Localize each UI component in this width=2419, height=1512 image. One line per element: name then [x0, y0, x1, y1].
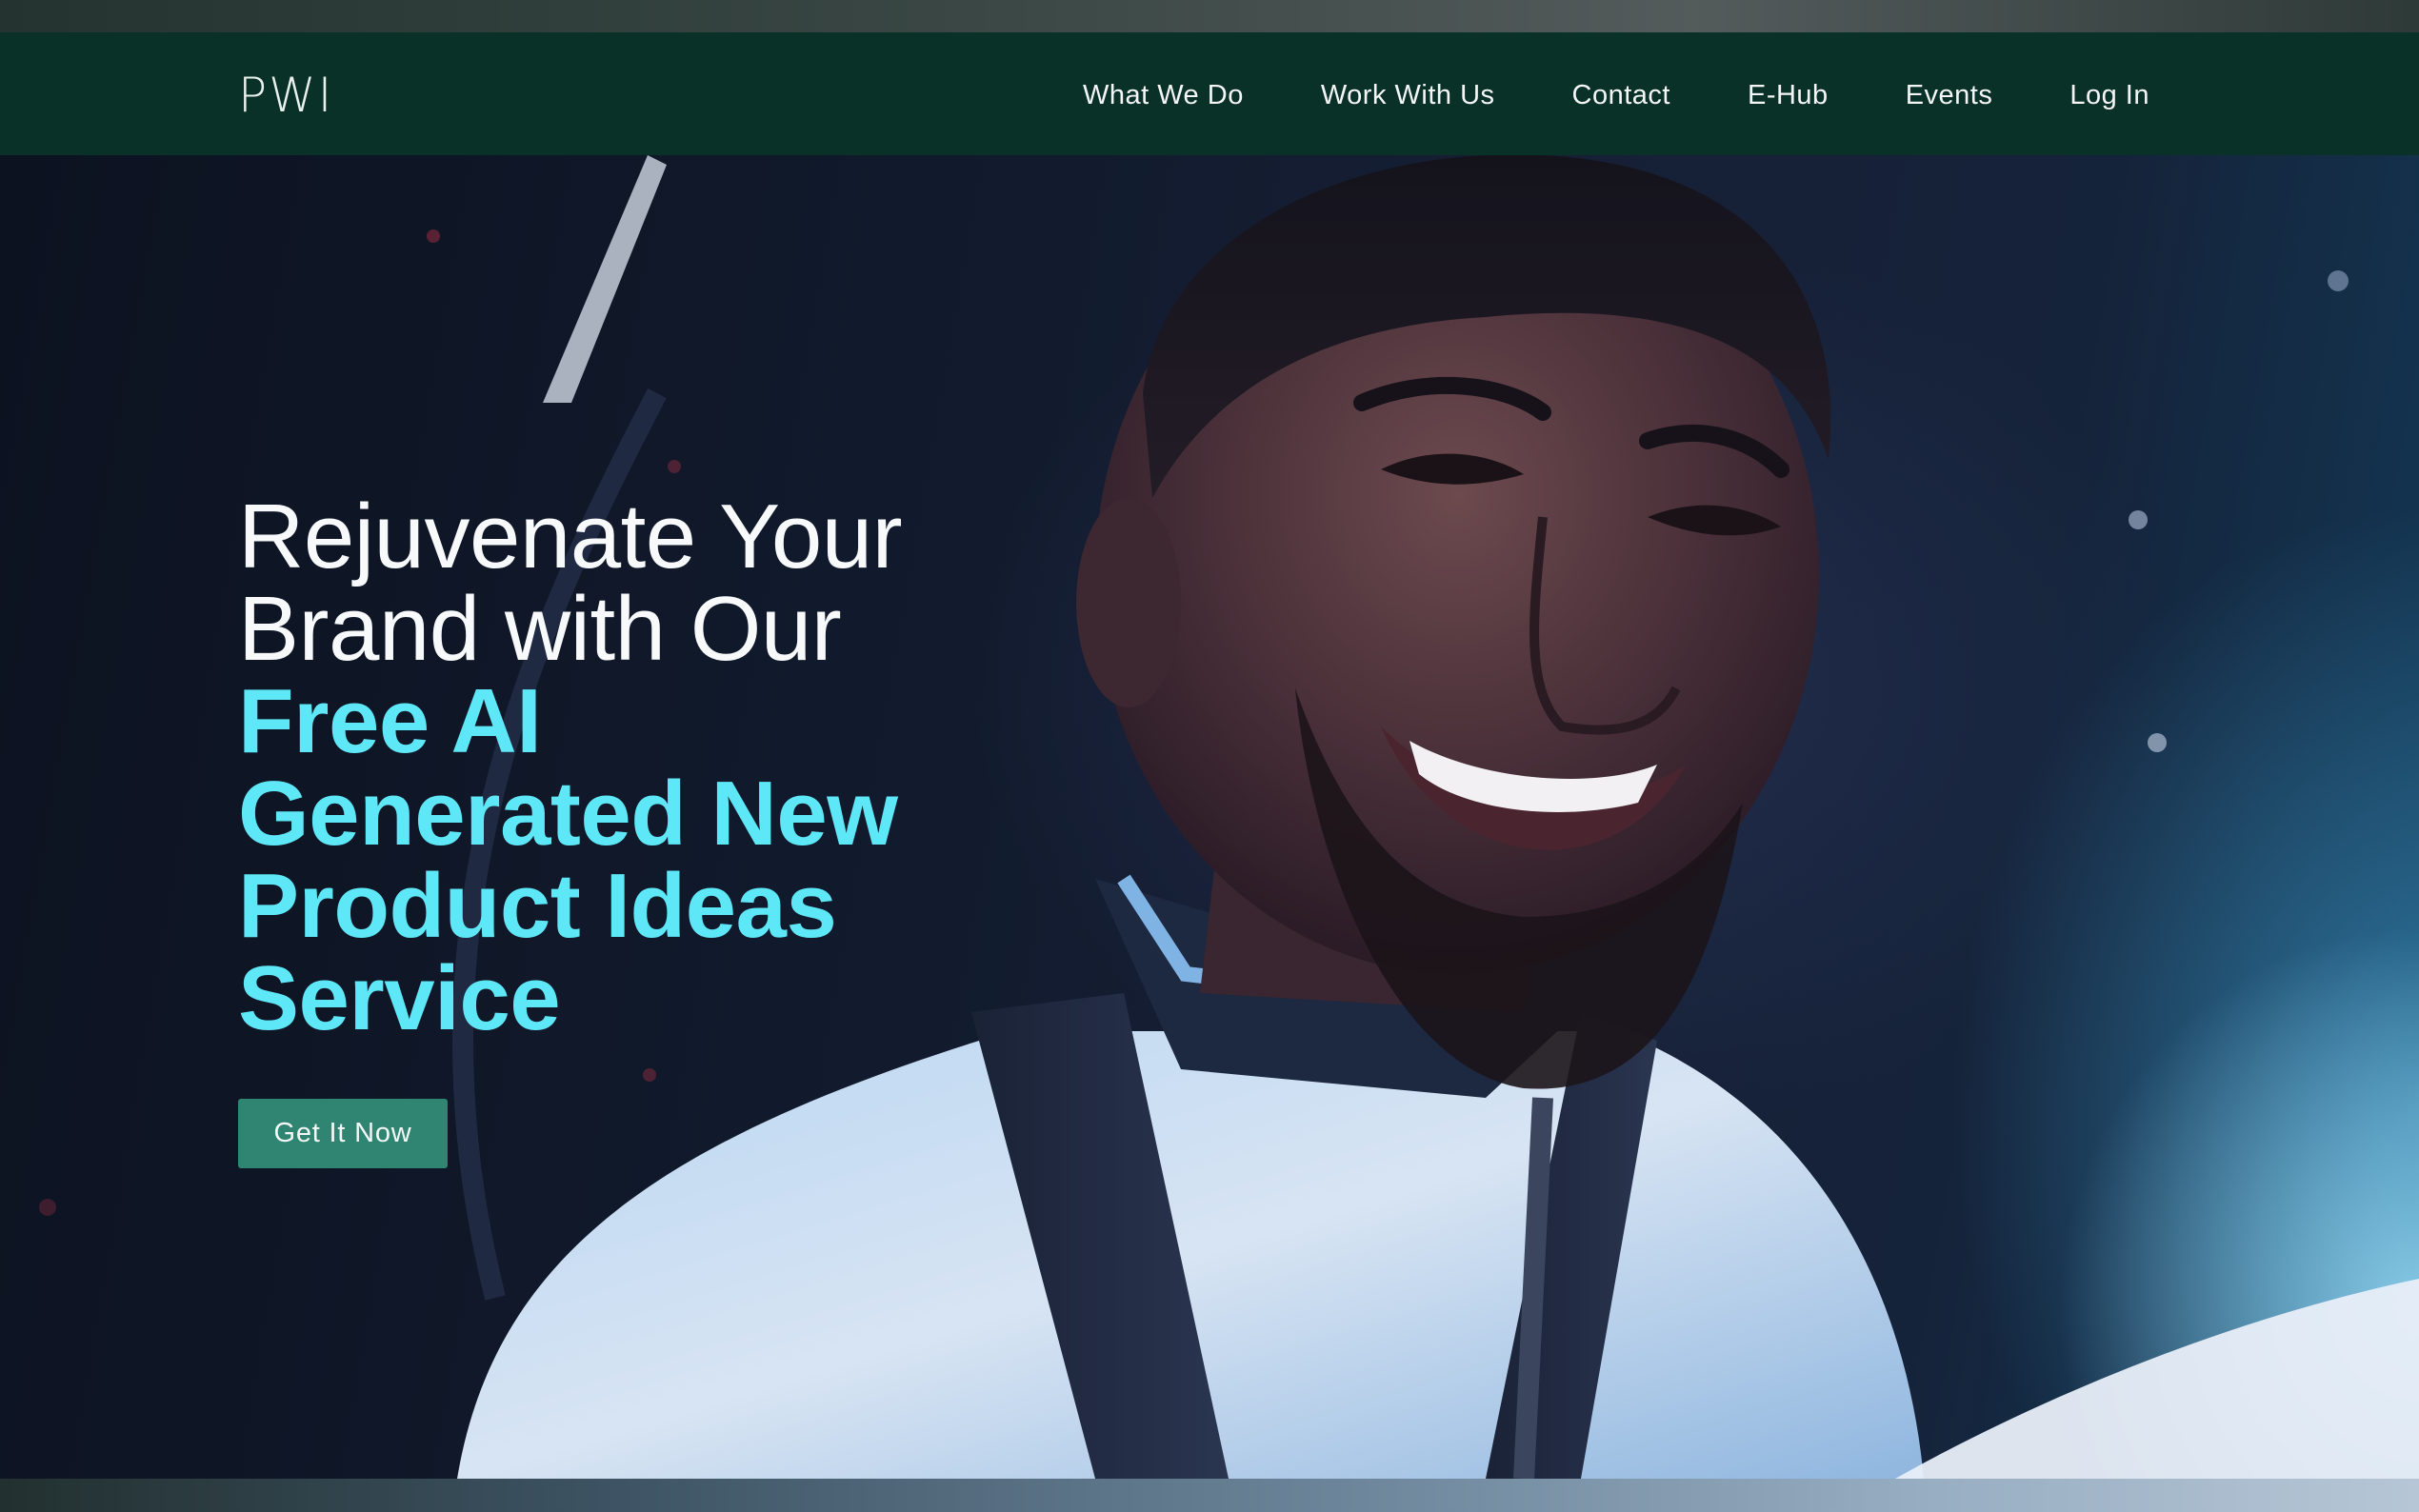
nav-item-e-hub[interactable]: E-Hub [1748, 76, 1829, 114]
browser-top-strip [0, 0, 2419, 32]
get-it-now-button[interactable]: Get It Now [238, 1099, 448, 1168]
headline-highlight-line: Free AI [238, 670, 542, 772]
hero-headline: Rejuvenate Your Brand with Our Free AI G… [238, 490, 962, 1044]
browser-bottom-strip [0, 1479, 2419, 1512]
site-header: PWI What We Do Work With Us Contact E-Hu… [0, 32, 2419, 155]
headline-line: Rejuvenate Your [238, 486, 903, 587]
nav-item-what-we-do[interactable]: What We Do [1083, 76, 1244, 114]
page: PWI What We Do Work With Us Contact E-Hu… [0, 0, 2419, 1512]
nav-item-contact[interactable]: Contact [1572, 76, 1670, 114]
nav-item-log-in[interactable]: Log In [2069, 76, 2149, 114]
hero-section: Rejuvenate Your Brand with Our Free AI G… [0, 155, 2419, 1479]
nav-item-events[interactable]: Events [1906, 76, 1993, 114]
headline-highlight-line: Service [238, 947, 561, 1049]
headline-highlight-line: Generated New [238, 763, 898, 865]
site-logo[interactable]: PWI [238, 67, 333, 124]
main-nav: What We Do Work With Us Contact E-Hub Ev… [1083, 76, 2149, 114]
headline-line: Brand with Our [238, 578, 842, 680]
headline-highlight-line: Product Ideas [238, 855, 837, 957]
nav-item-work-with-us[interactable]: Work With Us [1321, 76, 1495, 114]
